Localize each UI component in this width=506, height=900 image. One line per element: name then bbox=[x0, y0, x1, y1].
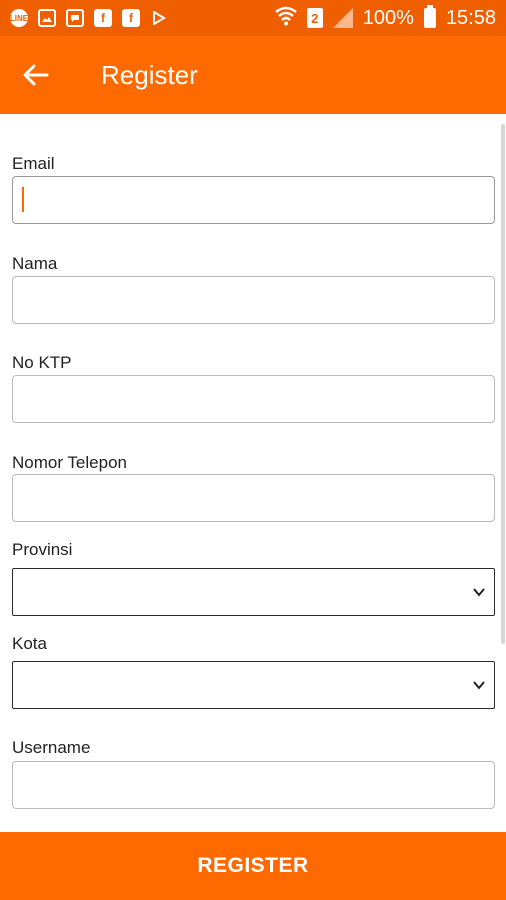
status-bar: LINE f f 2 100% 15:58 bbox=[0, 0, 506, 36]
app-bar: Register bbox=[0, 36, 506, 114]
clock: 15:58 bbox=[445, 6, 496, 29]
battery-icon bbox=[423, 5, 436, 28]
message-icon bbox=[66, 9, 84, 27]
nomor-telepon-field[interactable] bbox=[12, 474, 495, 522]
line-icon: LINE bbox=[10, 9, 28, 27]
no-ktp-field[interactable] bbox=[12, 375, 495, 423]
play-store-icon bbox=[150, 9, 168, 27]
username-field[interactable] bbox=[12, 761, 495, 809]
username-label: Username bbox=[12, 738, 91, 757]
battery-percentage: 100% bbox=[362, 6, 414, 29]
status-right-icons: 2 100% 15:58 bbox=[275, 5, 496, 31]
no-ktp-label: No KTP bbox=[12, 353, 72, 372]
facebook-icon: f bbox=[94, 9, 112, 27]
image-icon bbox=[38, 9, 56, 27]
email-field-wrapper bbox=[0, 176, 506, 224]
provinsi-label: Provinsi bbox=[12, 540, 73, 559]
wifi-icon bbox=[275, 6, 297, 31]
provinsi-select[interactable] bbox=[12, 568, 495, 616]
status-left-icons: LINE f f bbox=[10, 9, 168, 27]
chevron-down-icon bbox=[473, 588, 485, 597]
nama-label: Nama bbox=[12, 254, 58, 273]
signal-icon bbox=[332, 8, 353, 28]
kota-label: Kota bbox=[12, 634, 47, 653]
register-button[interactable]: REGISTER bbox=[0, 832, 506, 900]
nomor-telepon-label: Nomor Telepon bbox=[12, 453, 127, 472]
chevron-down-icon bbox=[473, 681, 485, 690]
text-cursor bbox=[22, 187, 24, 212]
kota-select[interactable] bbox=[12, 661, 495, 709]
page-title: Register bbox=[101, 59, 198, 90]
back-button[interactable] bbox=[6, 45, 66, 105]
arrow-left-icon bbox=[23, 64, 49, 86]
sim-icon: 2 bbox=[306, 8, 323, 28]
email-field[interactable] bbox=[12, 176, 495, 224]
nama-field[interactable] bbox=[12, 276, 495, 324]
email-label: Email bbox=[12, 154, 55, 173]
facebook-icon: f bbox=[122, 9, 140, 27]
register-form: Email Nama No KTP Nomor Telepon Provinsi… bbox=[0, 114, 506, 832]
